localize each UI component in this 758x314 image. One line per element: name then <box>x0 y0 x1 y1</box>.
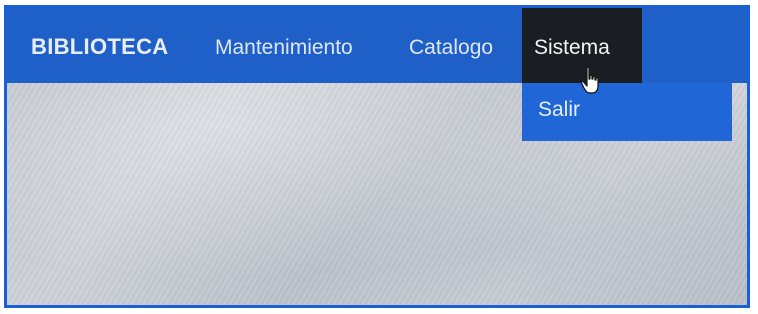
brand-logo-text[interactable]: BIBLIOTECA <box>31 34 168 60</box>
top-navbar: BIBLIOTECA Mantenimiento Catalogo Sistem… <box>7 8 747 83</box>
hand-pointer-icon <box>580 66 599 94</box>
nav-item-mantenimiento[interactable]: Mantenimiento <box>203 8 365 83</box>
sistema-dropdown-menu: Salir <box>522 83 732 141</box>
dropdown-item-salir[interactable]: Salir <box>522 83 732 141</box>
nav-item-catalogo[interactable]: Catalogo <box>397 8 505 83</box>
app-window: BIBLIOTECA Mantenimiento Catalogo Sistem… <box>4 5 750 308</box>
